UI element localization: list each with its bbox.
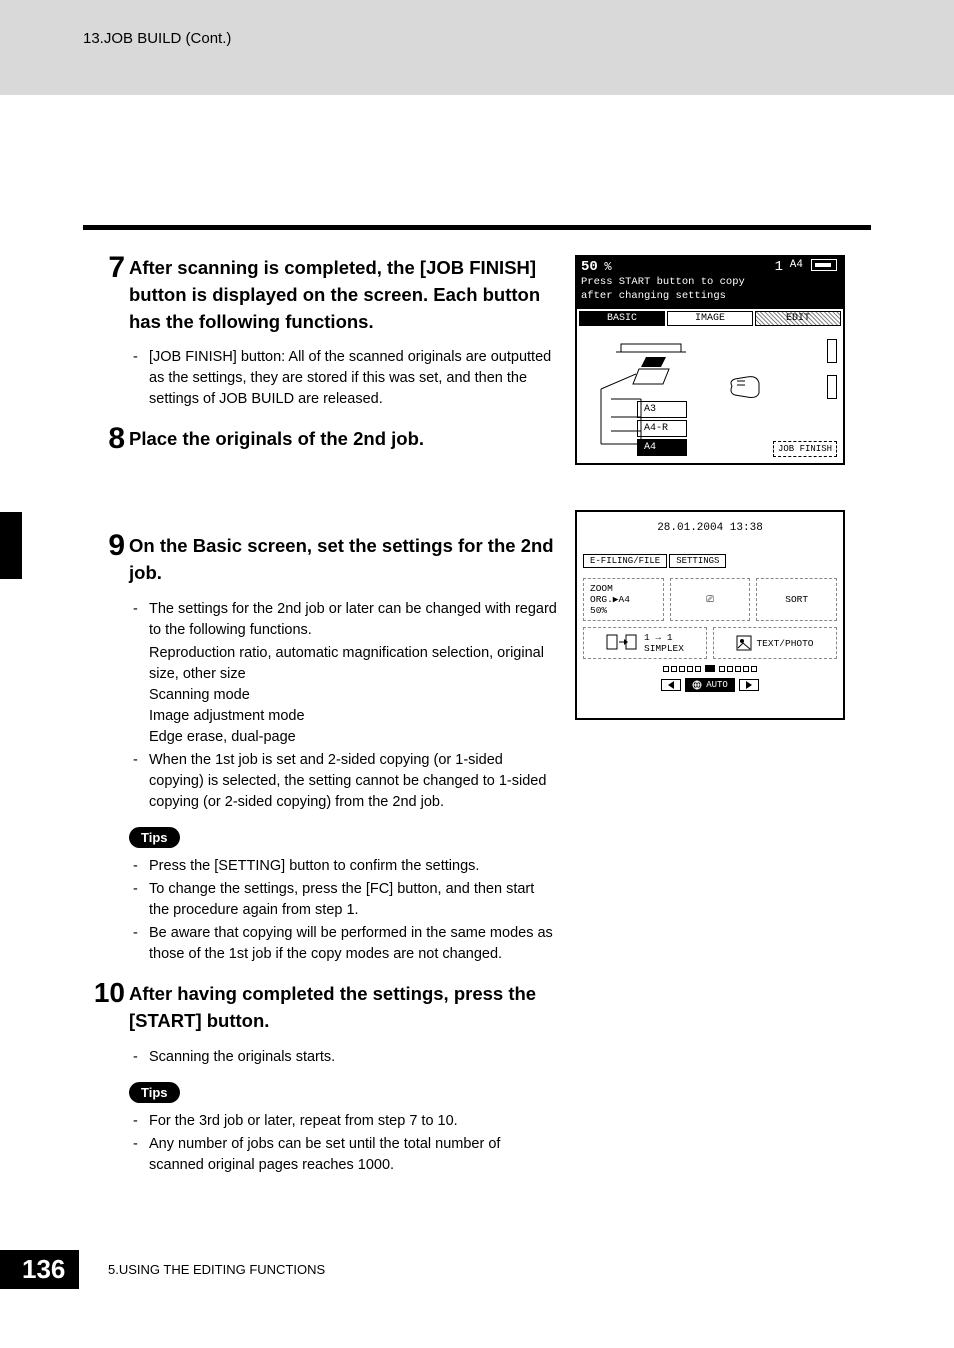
auto-label: AUTO	[706, 680, 728, 690]
lcd-screenshot-2: 28.01.2004 13:38 E-FILING/FILE SETTINGS …	[575, 510, 845, 720]
settings-grid: ZOOM ORG.▶A4 50% ⎚ SORT 1 → 1 SIMPLEX	[583, 578, 837, 659]
density-darker-button[interactable]	[739, 679, 759, 691]
lcd-screenshot-1: 50 % 1 A4 Press START button to copy aft…	[575, 255, 845, 465]
bullet-item: The settings for the 2nd job or later ca…	[129, 599, 558, 641]
footer-chapter: 5.USING THE EDITING FUNCTIONS	[108, 1262, 325, 1277]
tray-icon	[811, 259, 837, 271]
zoom-cell[interactable]: ZOOM ORG.▶A4 50%	[583, 578, 664, 621]
page-footer: 136 5.USING THE EDITING FUNCTIONS	[0, 1250, 954, 1288]
tab-settings[interactable]: SETTINGS	[669, 554, 726, 568]
step-title: After having completed the settings, pre…	[129, 981, 558, 1035]
tab-image[interactable]: IMAGE	[667, 311, 753, 326]
step-title: On the Basic screen, set the settings fo…	[129, 533, 558, 587]
horizontal-rule	[83, 225, 871, 230]
page-header: 13.JOB BUILD (Cont.)	[83, 30, 231, 47]
simplex-cell[interactable]: 1 → 1 SIMPLEX	[583, 627, 707, 659]
status-message: after changing settings	[581, 291, 839, 303]
step-9: 9 On the Basic screen, set the settings …	[83, 533, 558, 965]
tip-item: Be aware that copying will be performed …	[129, 923, 558, 965]
paper-option-a4r[interactable]: A4-R	[637, 420, 687, 437]
status-message: Press START button to copy	[581, 277, 839, 289]
triangle-left-icon	[668, 681, 674, 689]
tips-label: Tips	[129, 1082, 180, 1103]
density-pager	[577, 665, 843, 672]
density-controls: AUTO	[577, 678, 843, 692]
textphoto-label: TEXT/PHOTO	[756, 638, 813, 649]
content-area: 7 After scanning is completed, the [JOB …	[0, 95, 954, 1348]
bullet-item: When the 1st job is set and 2-sided copy…	[129, 750, 558, 813]
job-finish-button[interactable]: JOB FINISH	[773, 441, 837, 457]
finisher-cell[interactable]: ⎚	[670, 578, 751, 621]
simplex-label: 1 → 1 SIMPLEX	[644, 632, 684, 654]
pointing-hand-icon	[727, 371, 767, 405]
paper-option-a4-selected[interactable]: A4	[637, 439, 687, 456]
tip-item: To change the settings, press the [FC] b…	[129, 879, 558, 921]
step-number: 8	[83, 422, 125, 456]
tip-item: Any number of jobs can be set until the …	[129, 1134, 558, 1176]
tip-item: Press the [SETTING] button to confirm th…	[129, 856, 558, 877]
zoom-value: 50	[581, 259, 598, 275]
tab-basic[interactable]: BASIC	[579, 311, 665, 326]
step-number: 7	[83, 251, 125, 285]
sub-item: Edge erase, dual-page	[149, 727, 558, 748]
auto-globe-icon	[692, 680, 702, 690]
lcd-datetime: 28.01.2004 13:38	[577, 522, 843, 534]
copy-count: 1	[775, 259, 783, 275]
side-slots-icon	[827, 339, 837, 411]
sub-item: Scanning mode	[149, 685, 558, 706]
density-pointer-icon	[705, 665, 715, 672]
step-number: 9	[83, 529, 125, 563]
paper-size-list: A3 A4-R A4	[637, 401, 687, 458]
paper-size: A4	[790, 259, 803, 271]
step-number: 10	[83, 977, 125, 1009]
tab-efiling-file[interactable]: E-FILING/FILE	[583, 554, 667, 568]
page-number: 136	[0, 1250, 79, 1289]
chapter-thumb-tab	[0, 512, 22, 579]
density-lighter-button[interactable]	[661, 679, 681, 691]
textphoto-cell[interactable]: TEXT/PHOTO	[713, 627, 837, 659]
step-8: 8 Place the originals of the 2nd job.	[83, 426, 558, 453]
density-dots-left	[663, 666, 701, 672]
step-10: 10 After having completed the settings, …	[83, 981, 558, 1176]
lcd-status-bar: 50 % 1 A4 Press START button to copy aft…	[577, 257, 843, 309]
lcd-tabs: BASIC IMAGE EDIT	[579, 311, 841, 326]
density-auto-button[interactable]: AUTO	[685, 678, 735, 692]
sub-item: Image adjustment mode	[149, 706, 558, 727]
step-title: After scanning is completed, the [JOB FI…	[129, 255, 558, 335]
bullet-item: Scanning the originals starts.	[129, 1047, 558, 1068]
lcd-body: A3 A4-R A4 JOB FINISH	[577, 331, 843, 463]
bullet-item: [JOB FINISH] button: All of the scanned …	[129, 347, 558, 410]
density-dots-right	[719, 666, 757, 672]
sort-cell[interactable]: SORT	[756, 578, 837, 621]
paper-option-a3[interactable]: A3	[637, 401, 687, 418]
step-7: 7 After scanning is completed, the [JOB …	[83, 255, 558, 410]
triangle-right-icon	[746, 681, 752, 689]
duplex-icon	[606, 633, 640, 653]
step-title: Place the originals of the 2nd job.	[129, 426, 558, 453]
tab-edit[interactable]: EDIT	[755, 311, 841, 326]
lcd-tabs: E-FILING/FILE SETTINGS	[583, 554, 837, 568]
sub-item: Reproduction ratio, automatic magnificat…	[149, 643, 558, 685]
textphoto-icon	[736, 635, 752, 651]
tip-item: For the 3rd job or later, repeat from st…	[129, 1111, 558, 1132]
percent-icon: %	[604, 260, 611, 274]
left-column: 7 After scanning is completed, the [JOB …	[83, 255, 558, 1192]
right-column: 50 % 1 A4 Press START button to copy aft…	[575, 255, 845, 720]
tips-label: Tips	[129, 827, 180, 848]
